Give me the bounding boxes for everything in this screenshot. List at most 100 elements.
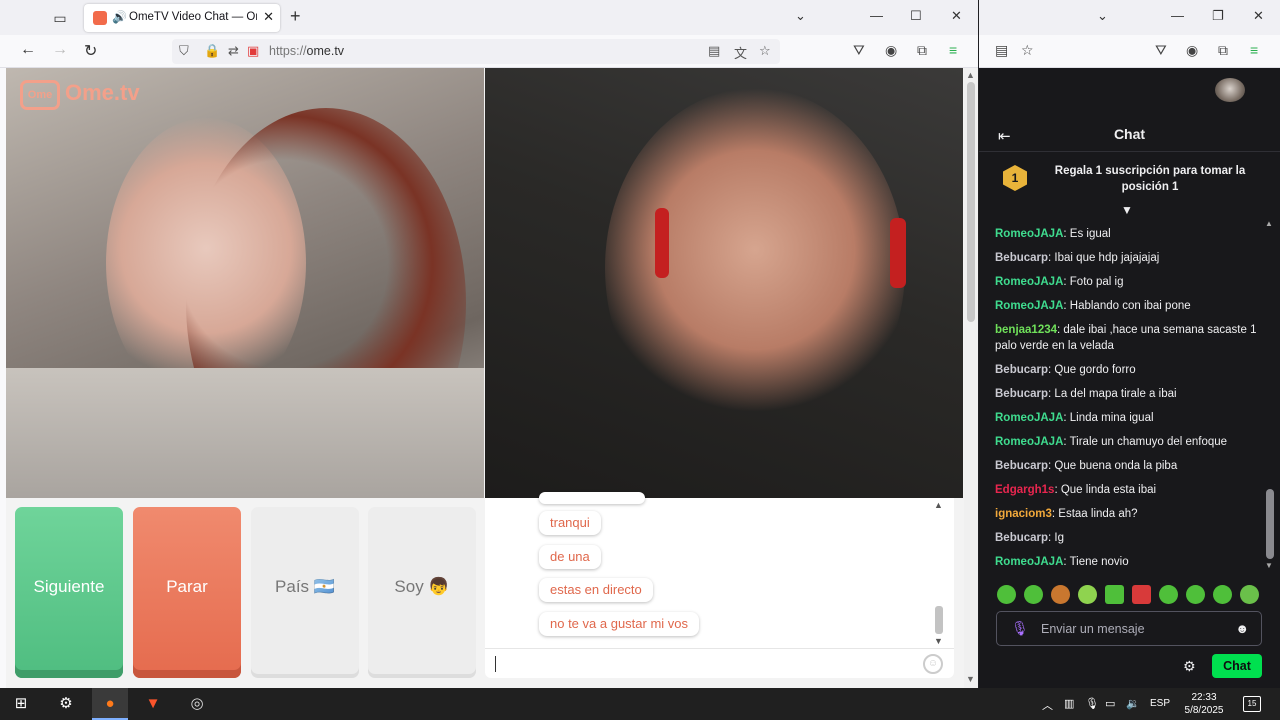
close-window-icon[interactable]: ✕: [1253, 8, 1264, 24]
emote-icon[interactable]: [1213, 585, 1232, 604]
country-button[interactable]: País 🇦🇷: [251, 507, 359, 678]
permissions-icon[interactable]: ⇄: [228, 43, 239, 59]
minimize-icon[interactable]: —: [1171, 8, 1184, 23]
extensions-icon[interactable]: ⧉: [1218, 42, 1228, 59]
pocket-icon[interactable]: ⛛: [853, 42, 865, 59]
bookmark-star-icon[interactable]: ☆: [1021, 42, 1034, 59]
scroll-up-icon[interactable]: ▲: [934, 500, 943, 510]
obs-icon[interactable]: ◎: [186, 694, 208, 714]
maximize-icon[interactable]: ☐: [910, 8, 922, 24]
emote-icon[interactable]: [1078, 585, 1097, 604]
chat-send-button[interactable]: Chat: [1212, 654, 1262, 678]
windows-start-icon[interactable]: ⊞: [10, 694, 32, 714]
chat-username[interactable]: Bebucarp: [995, 364, 1048, 376]
chat-message: Bebucarp: La del mapa tirale a ibai: [995, 386, 1257, 402]
chat-username[interactable]: Bebucarp: [995, 460, 1048, 472]
emoji-icon[interactable]: ☻: [1235, 621, 1249, 636]
forward-icon[interactable]: →: [52, 41, 68, 59]
speaker-icon[interactable]: 🔊: [112, 10, 127, 24]
chat-username[interactable]: RomeoJAJA: [995, 300, 1063, 312]
url-text[interactable]: https://ome.tv: [269, 44, 344, 58]
tray-volume-icon[interactable]: 🔉: [1126, 697, 1140, 710]
chat-username[interactable]: Bebucarp: [995, 252, 1048, 264]
lock-icon[interactable]: 🔒: [204, 43, 220, 59]
minimize-icon[interactable]: —: [870, 8, 883, 23]
translate-icon[interactable]: 文: [734, 43, 747, 62]
chat-username[interactable]: benjaa1234: [995, 324, 1057, 336]
emoji-icon[interactable]: ☺: [923, 654, 943, 674]
tray-device-icon[interactable]: ▥: [1064, 697, 1074, 710]
gender-button[interactable]: Soy 👦: [368, 507, 476, 678]
mic-icon[interactable]: 🎙: [1011, 620, 1029, 637]
tray-chevron-icon[interactable]: ︿: [1042, 697, 1053, 713]
scroll-up-icon[interactable]: ▲: [966, 70, 975, 80]
account-icon[interactable]: ◉: [1186, 42, 1198, 59]
expand-icon[interactable]: ▼: [1121, 203, 1133, 217]
tab-list-icon[interactable]: ▭: [48, 6, 72, 30]
emote-icon[interactable]: [1186, 585, 1205, 604]
chat-username[interactable]: RomeoJAJA: [995, 276, 1063, 288]
chat-username[interactable]: Bebucarp: [995, 532, 1048, 544]
menu-icon[interactable]: ≡: [1250, 42, 1258, 58]
settings-gear-icon[interactable]: ⚙: [55, 694, 77, 714]
stop-button[interactable]: Parar: [133, 507, 241, 678]
emote-icon[interactable]: [1105, 585, 1124, 604]
chevron-down-icon[interactable]: ⌄: [795, 8, 806, 24]
camera-icon[interactable]: ▣: [247, 43, 259, 59]
new-tab-icon[interactable]: +: [290, 6, 301, 27]
tray-mic-icon[interactable]: 🎙: [1085, 697, 1099, 710]
next-button[interactable]: Siguiente: [15, 507, 123, 678]
menu-icon[interactable]: ≡: [949, 42, 957, 58]
chat-username[interactable]: RomeoJAJA: [995, 228, 1063, 240]
chat-scrollbar[interactable]: ▲ ▼: [1265, 219, 1275, 571]
scroll-down-icon[interactable]: ▼: [1265, 561, 1273, 570]
emote-icon[interactable]: [997, 585, 1016, 604]
clock[interactable]: 22:33 5/8/2025: [1180, 691, 1228, 717]
gift-banner[interactable]: 1 Regala 1 suscripción para tomar la pos…: [979, 153, 1280, 217]
scroll-down-icon[interactable]: ▼: [934, 636, 943, 646]
emote-icon[interactable]: [1024, 585, 1043, 604]
chat-username[interactable]: Edgargh1s: [995, 484, 1054, 496]
chat-username[interactable]: RomeoJAJA: [995, 556, 1063, 568]
message-input[interactable]: ☺: [485, 648, 954, 678]
input-language[interactable]: ESP: [1150, 698, 1170, 709]
reader-view-icon[interactable]: ▤: [995, 42, 1008, 59]
pocket-icon[interactable]: ⛛: [1155, 42, 1167, 59]
scroll-thumb[interactable]: [935, 606, 943, 634]
emote-icon[interactable]: [1132, 585, 1151, 604]
bookmark-star-icon[interactable]: ☆: [759, 43, 771, 59]
emote-icon[interactable]: [1159, 585, 1178, 604]
reload-icon[interactable]: ↻: [84, 41, 97, 61]
chat-input[interactable]: 🎙 Enviar un mensaje ☻: [996, 611, 1262, 646]
message-scrollbar[interactable]: ▲ ▼: [933, 498, 945, 646]
chat-username[interactable]: ignaciom3: [995, 508, 1052, 520]
tab-title: OmeTV Video Chat — Ome: [129, 11, 257, 23]
page-scroll-thumb[interactable]: [967, 82, 975, 322]
emote-icon[interactable]: [1240, 585, 1259, 604]
gear-icon[interactable]: ⚙: [1183, 658, 1196, 675]
close-window-icon[interactable]: ✕: [951, 8, 962, 24]
reader-view-icon[interactable]: ▤: [708, 43, 720, 59]
emote-icon[interactable]: [1051, 585, 1070, 604]
url-bar[interactable]: ⛉ 🔒 ⇄ ▣ https://ome.tv ▤ 文 ☆: [172, 39, 780, 64]
chevron-down-icon[interactable]: ⌄: [1097, 8, 1108, 24]
back-icon[interactable]: ←: [20, 41, 36, 59]
scroll-up-icon[interactable]: ▲: [1265, 219, 1273, 228]
tab-ometv[interactable]: 🔊 OmeTV Video Chat — Ome ✕: [84, 4, 280, 32]
brave-icon[interactable]: ▼: [142, 694, 164, 714]
chat-username[interactable]: Bebucarp: [995, 388, 1048, 400]
restore-icon[interactable]: ❐: [1212, 8, 1224, 24]
tab-close-icon[interactable]: ✕: [263, 9, 274, 25]
shield-icon[interactable]: ⛉: [179, 43, 189, 59]
chat-scroll-thumb[interactable]: [1266, 489, 1274, 559]
account-icon[interactable]: ◉: [885, 42, 897, 59]
chat-username[interactable]: RomeoJAJA: [995, 412, 1063, 424]
firefox-icon[interactable]: ●: [99, 694, 121, 714]
page-scrollbar[interactable]: ▲ ▼: [964, 68, 978, 688]
chat-username[interactable]: RomeoJAJA: [995, 436, 1063, 448]
avatar[interactable]: [1215, 78, 1245, 102]
scroll-down-icon[interactable]: ▼: [966, 674, 975, 684]
tray-network-icon[interactable]: ▭: [1105, 697, 1115, 710]
notification-icon[interactable]: 15: [1243, 696, 1261, 712]
extensions-icon[interactable]: ⧉: [917, 42, 927, 59]
